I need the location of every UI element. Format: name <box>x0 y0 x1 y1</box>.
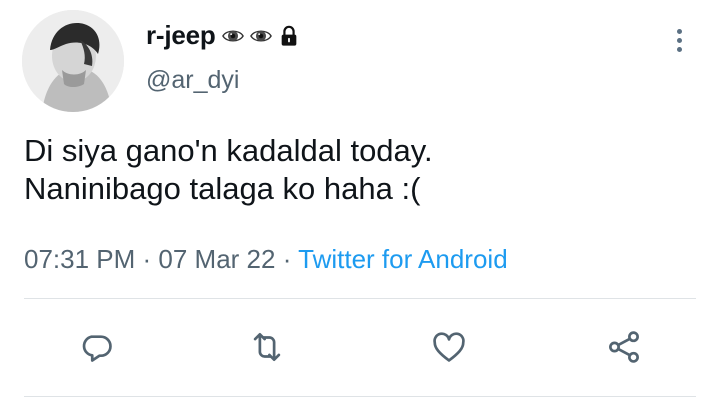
tweet-line: Di siya gano'n kadaldal today. <box>24 133 433 168</box>
divider <box>24 396 696 397</box>
divider <box>24 298 696 299</box>
user-name-row: r-jeep <box>146 20 300 51</box>
meta-separator: · <box>135 244 159 274</box>
eye-emoji-icon <box>249 30 272 41</box>
eye-emoji-icon <box>221 30 244 41</box>
tweet-text: Di siya gano'n kadaldal today. Naninibag… <box>24 132 684 208</box>
more-dot <box>676 28 682 34</box>
more-dot <box>676 46 682 52</box>
tweet-meta: 07:31 PM · 07 Mar 22 · Twitter for Andro… <box>24 244 508 275</box>
more-dot <box>676 37 682 43</box>
display-name[interactable]: r-jeep <box>146 20 216 51</box>
reply-button[interactable] <box>78 328 116 366</box>
meta-separator: · <box>275 244 299 274</box>
avatar[interactable] <box>22 10 124 112</box>
like-button[interactable] <box>430 328 468 366</box>
avatar-photo <box>22 10 124 112</box>
more-options-icon[interactable] <box>668 24 690 56</box>
user-handle[interactable]: @ar_dyi <box>146 66 239 95</box>
locked-icon <box>281 25 296 46</box>
tweet-line: Naninibago talaga ko haha :( <box>24 171 421 206</box>
tweet-time[interactable]: 07:31 PM <box>24 244 135 274</box>
retweet-button[interactable] <box>248 328 286 366</box>
share-icon <box>609 331 639 363</box>
like-icon <box>433 332 465 362</box>
tweet-date[interactable]: 07 Mar 22 <box>158 244 275 274</box>
retweet-icon <box>253 332 281 362</box>
tweet-source-link[interactable]: Twitter for Android <box>298 244 508 274</box>
reply-icon <box>82 335 112 362</box>
share-button[interactable] <box>605 328 643 366</box>
